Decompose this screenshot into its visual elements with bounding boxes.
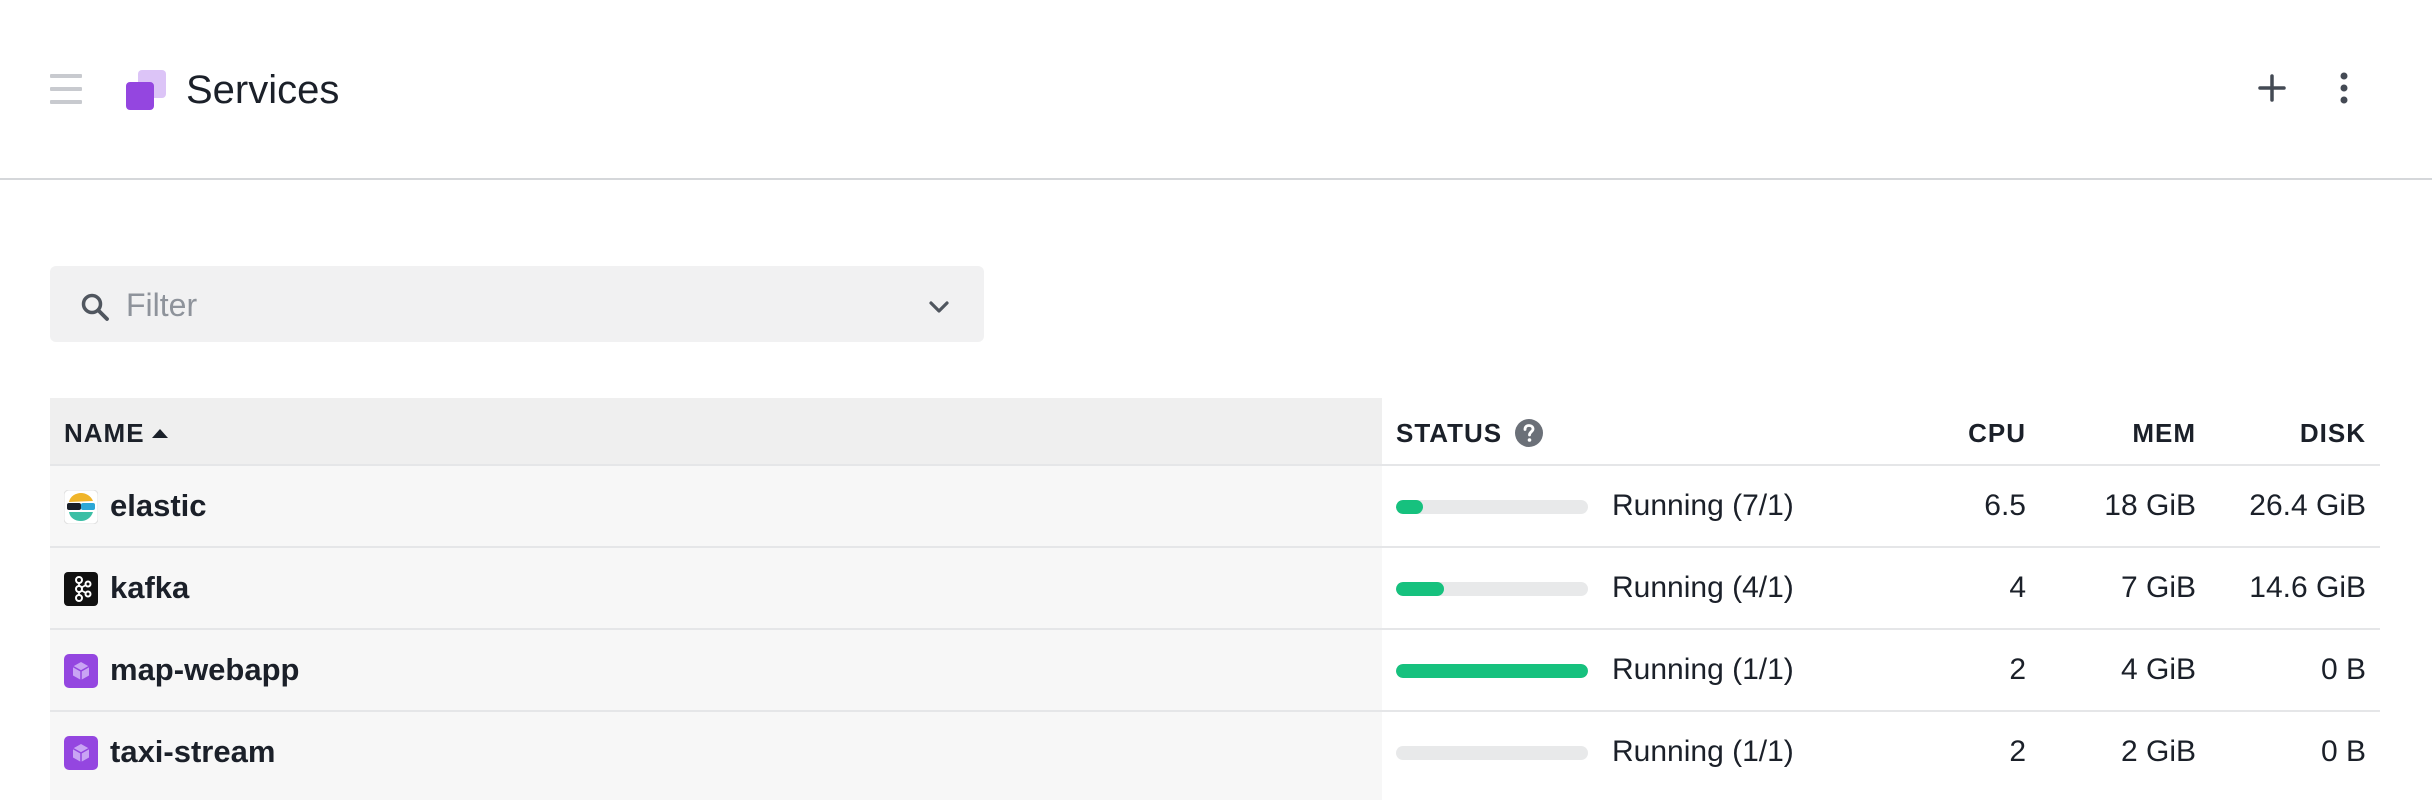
cube-icon (64, 654, 98, 688)
sort-ascending-icon[interactable] (152, 429, 168, 438)
table-row[interactable]: kafka Running (4/1) 4 7 GiB 14.6 GiB (50, 548, 2380, 630)
page-header: Services (0, 0, 2432, 180)
service-name[interactable]: elastic (110, 488, 207, 524)
mem-value: 2 GiB (2120, 735, 2196, 768)
elastic-icon (64, 490, 98, 524)
status-text: Running (1/1) (1612, 735, 1794, 768)
kafka-icon (64, 572, 98, 606)
status-progress-bar (1396, 746, 1588, 760)
status-progress-fill (1396, 664, 1588, 678)
filter-input[interactable] (124, 280, 908, 330)
disk-value: 0 B (2320, 653, 2366, 686)
plus-icon[interactable] (2254, 70, 2290, 106)
column-header-name[interactable]: NAME (64, 418, 145, 448)
disk-value: 26.4 GiB (2249, 489, 2366, 522)
disk-value: 14.6 GiB (2249, 571, 2366, 604)
column-header-cpu[interactable]: CPU (1906, 418, 2026, 448)
table-row[interactable]: map-webapp Running (1/1) 2 4 GiB 0 B (50, 630, 2380, 712)
service-name[interactable]: map-webapp (110, 652, 299, 688)
table-row[interactable]: elastic Running (7/1) 6.5 18 GiB 26.4 Gi… (50, 466, 2380, 548)
status-text: Running (7/1) (1612, 489, 1794, 522)
service-name[interactable]: taxi-stream (110, 734, 275, 770)
cpu-value: 2 (2009, 735, 2026, 768)
name-header-background (50, 398, 1382, 464)
status-progress-bar (1396, 582, 1588, 596)
mem-value: 7 GiB (2120, 571, 2196, 604)
table-row[interactable]: taxi-stream Running (1/1) 2 2 GiB 0 B (50, 712, 2380, 794)
status-text: Running (1/1) (1612, 653, 1794, 686)
status-progress-bar (1396, 664, 1588, 678)
cube-icon (64, 736, 98, 770)
mem-value: 18 GiB (2104, 489, 2196, 522)
cpu-value: 2 (2009, 653, 2026, 686)
status-progress-fill (1396, 582, 1444, 596)
column-header-status[interactable]: STATUS (1396, 418, 1502, 448)
status-progress-bar (1396, 500, 1588, 514)
mem-value: 4 GiB (2120, 653, 2196, 686)
hamburger-icon[interactable] (50, 74, 82, 104)
cpu-value: 6.5 (1984, 489, 2026, 522)
cpu-value: 4 (2009, 571, 2026, 604)
page-title: Services (186, 68, 340, 112)
help-icon[interactable] (1514, 418, 1544, 448)
table-header: NAME STATUS CPU MEM DISK (50, 398, 2380, 466)
column-header-disk[interactable]: DISK (2206, 418, 2366, 448)
status-progress-fill (1396, 500, 1423, 514)
service-name[interactable]: kafka (110, 570, 189, 606)
services-logo (126, 70, 166, 110)
status-text: Running (4/1) (1612, 571, 1794, 604)
chevron-down-icon[interactable] (924, 292, 954, 322)
filter-box[interactable] (50, 266, 984, 342)
search-icon (81, 293, 109, 321)
more-vertical-icon[interactable] (2328, 70, 2360, 106)
column-header-mem[interactable]: MEM (2056, 418, 2196, 448)
disk-value: 0 B (2320, 735, 2366, 768)
